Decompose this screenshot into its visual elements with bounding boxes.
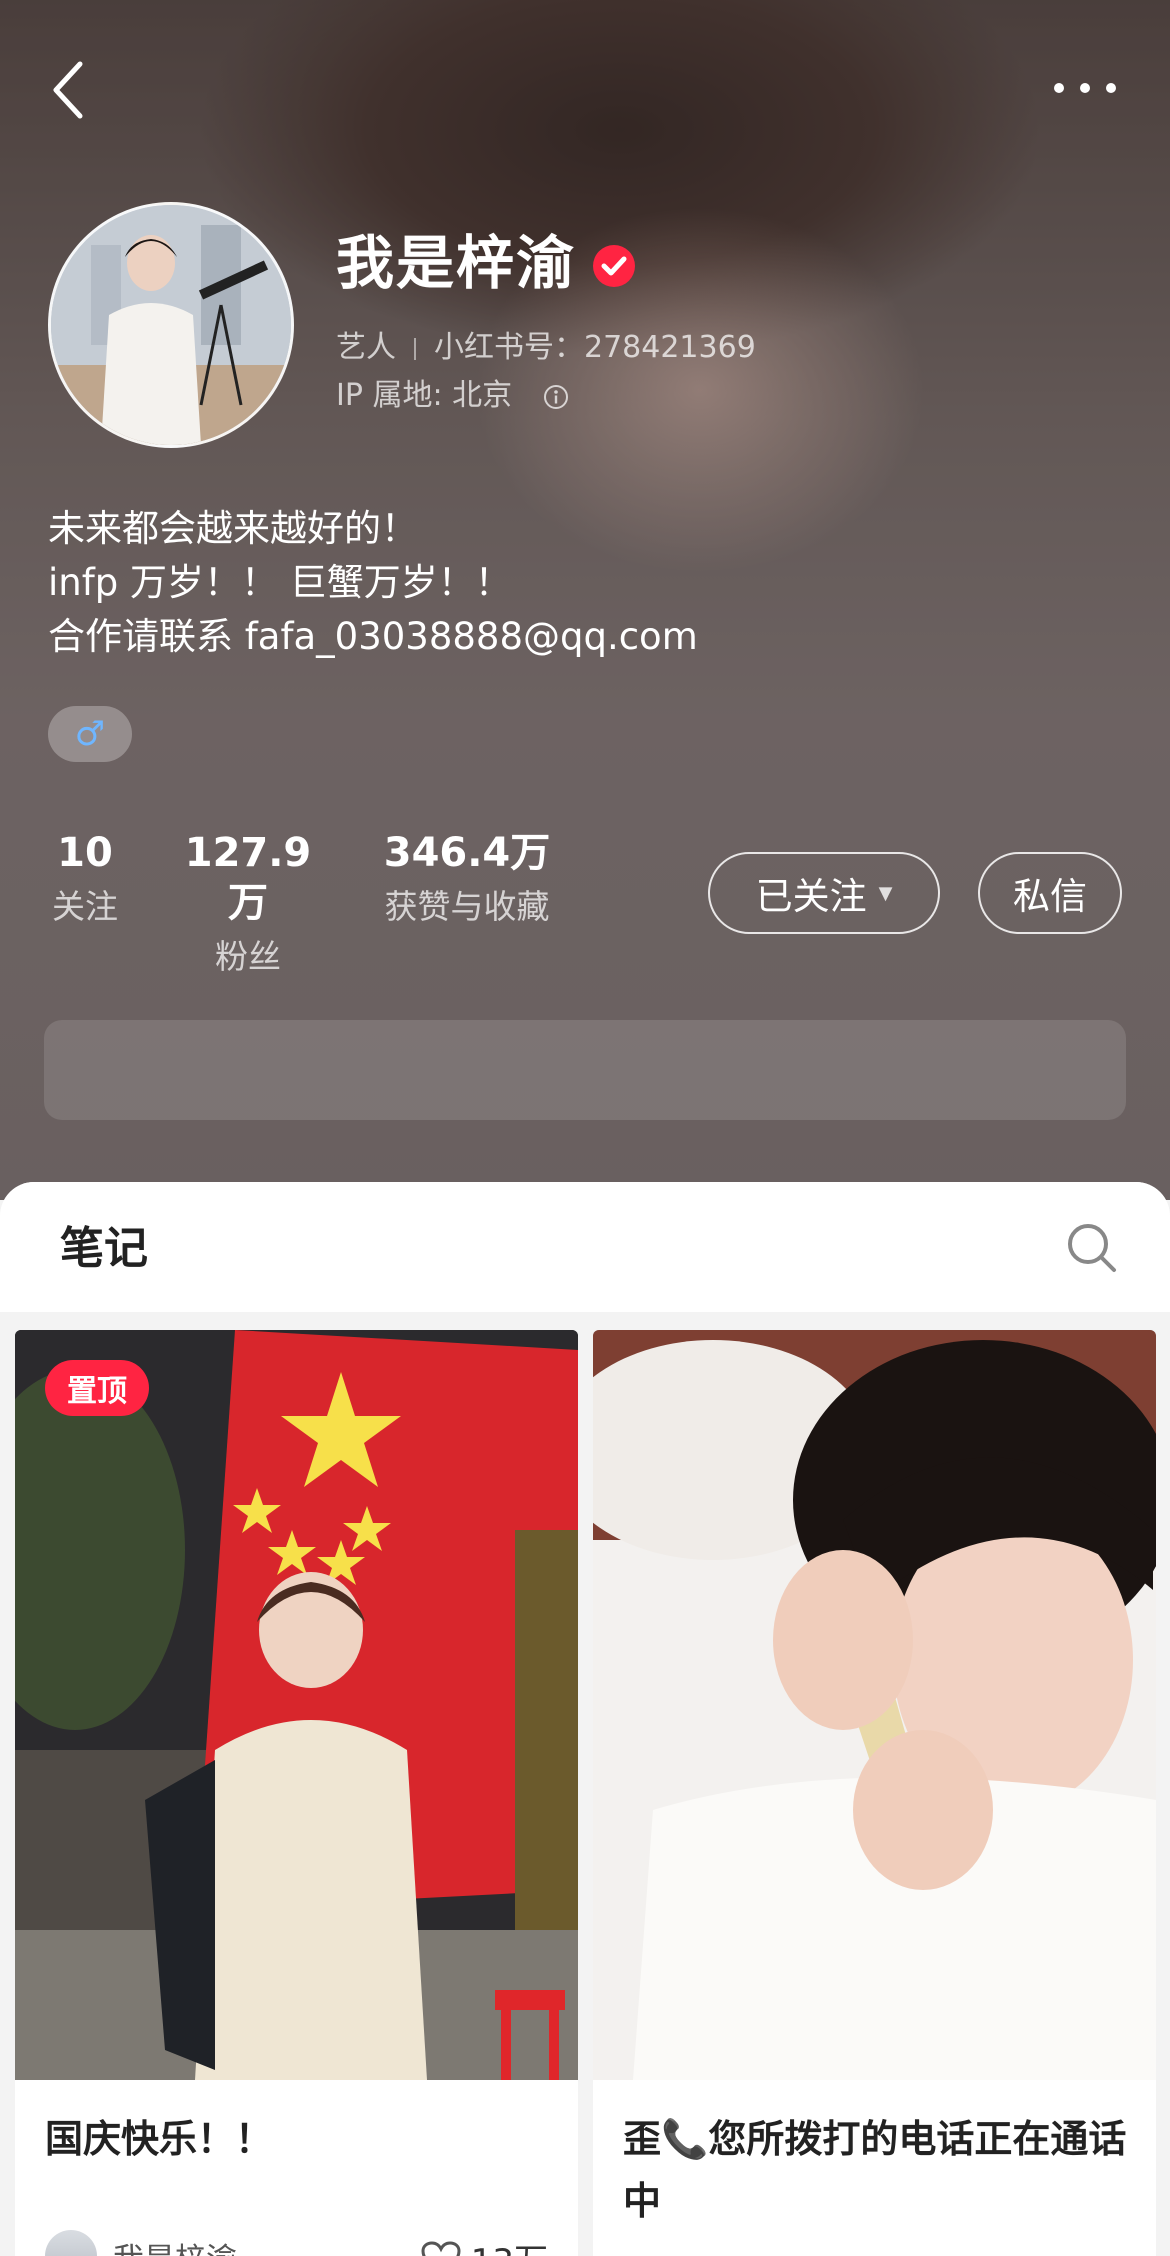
stat-label: 粉丝	[215, 937, 281, 976]
verified-icon	[593, 245, 635, 287]
more-icon	[1054, 83, 1116, 93]
message-button[interactable]: 私信	[978, 852, 1122, 934]
search-button[interactable]	[1064, 1220, 1120, 1276]
tab-notes[interactable]: 笔记	[60, 1222, 148, 1276]
avatar-image	[51, 205, 291, 445]
ip-label: IP 属地: 北京	[336, 378, 513, 413]
cover-illustration	[593, 1330, 1156, 2080]
note-title: 国庆快乐！！	[45, 2117, 274, 2161]
back-button[interactable]	[46, 58, 96, 122]
stat-likes-collects[interactable]: 346.4万 获赞与收藏	[374, 828, 560, 930]
author-avatar	[45, 2230, 97, 2256]
note-card[interactable]: 置顶 国庆快乐！！ 我是梓渝 13万	[15, 1330, 578, 2256]
stat-label: 关注	[52, 887, 118, 926]
id-value: 278421369	[584, 330, 756, 365]
stat-label: 获赞与收藏	[384, 887, 550, 926]
bio-line: infp 万岁！！ 巨蟹万岁！！	[48, 561, 512, 604]
profile-header: 我是梓渝 艺人 小红书号：278421369 IP 属地: 北京 未来都会越来越好…	[0, 0, 1170, 1200]
bio: 未来都会越来越好的！ infp 万岁！！ 巨蟹万岁！！ 合作请联系 fafa_0…	[48, 502, 698, 664]
back-arrow-icon	[53, 61, 83, 119]
profile-name: 我是梓渝	[336, 229, 577, 297]
heart-icon	[421, 2240, 461, 2256]
note-cover-image	[15, 1330, 578, 2080]
divider	[414, 337, 416, 360]
note-author[interactable]: 我是梓渝	[45, 2230, 237, 2256]
male-icon: ♂	[74, 714, 106, 754]
more-button[interactable]	[1050, 76, 1120, 100]
follow-label: 已关注	[755, 875, 867, 918]
stat-value: 10	[57, 830, 113, 876]
bio-line: 未来都会越来越好的！	[48, 507, 418, 550]
tab-bar: 笔记	[0, 1182, 1170, 1312]
search-icon	[1068, 1224, 1116, 1272]
info-icon[interactable]	[542, 383, 570, 411]
caret-down-icon: ▼	[878, 882, 893, 904]
follow-button[interactable]: 已关注 ▼	[708, 852, 940, 934]
profile-meta: 艺人 小红书号：278421369	[336, 328, 756, 368]
avatar[interactable]	[48, 202, 294, 448]
like-button[interactable]: 13万	[421, 2234, 548, 2256]
role-label: 艺人	[336, 330, 396, 365]
stat-value: 127.9万	[184, 830, 312, 926]
author-name: 我是梓渝	[113, 2234, 237, 2256]
ip-location: IP 属地: 北京	[336, 376, 570, 416]
stat-followers[interactable]: 127.9万 粉丝	[168, 828, 328, 980]
stat-following[interactable]: 10 关注	[48, 828, 122, 930]
highlight-bar	[44, 1020, 1126, 1120]
cover-illustration	[15, 1330, 578, 2080]
stat-value: 346.4万	[383, 830, 551, 876]
note-title: 歪📞您所拨打的电话正在通话中	[623, 2117, 1127, 2223]
id-label: 小红书号：	[434, 330, 584, 365]
note-cover-image	[593, 1330, 1156, 2080]
message-label: 私信	[1013, 875, 1087, 918]
pinned-badge: 置顶	[45, 1360, 149, 1416]
like-count: 13万	[471, 2234, 548, 2256]
bio-line: 合作请联系 fafa_03038888@qq.com	[48, 615, 698, 658]
note-card[interactable]: 歪📞您所拨打的电话正在通话中	[593, 1330, 1156, 2256]
content-sheet: 笔记 置顶 国庆快乐！！ 歪📞您所拨打的电话正在通话中	[0, 1182, 1170, 2256]
gender-badge: ♂	[48, 706, 132, 762]
